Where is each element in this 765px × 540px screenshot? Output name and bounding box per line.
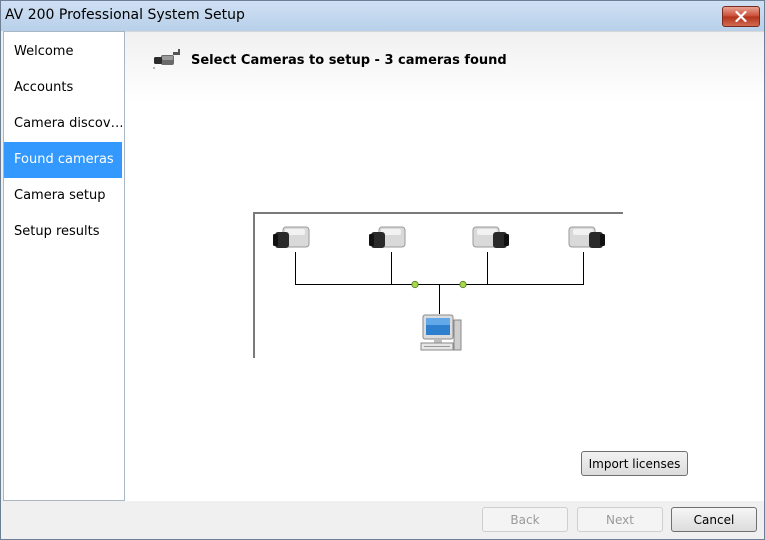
setup-window: AV 200 Professional System Setup Welcome… [0,0,765,540]
camera-1-icon [273,226,310,248]
camera-icon [153,48,183,74]
network-node [411,280,419,289]
window-title: AV 200 Professional System Setup [5,7,245,23]
nav-item-label: Camera discov… [14,116,122,131]
import-licenses-button[interactable]: Import licenses [581,451,688,476]
camera-network-diagram [253,212,623,358]
nav-item-accounts[interactable]: Accounts [4,70,122,106]
page-title: Select Cameras to setup - 3 cameras foun… [191,53,507,68]
nav-item-setup-results[interactable]: Setup results [4,214,122,250]
nav-item-label: Welcome [14,44,74,59]
nav-item-found-cameras[interactable]: Found cameras [4,142,122,178]
nav-item-welcome[interactable]: Welcome [4,34,122,70]
nav-item-camera-setup[interactable]: Camera setup [4,178,122,214]
nav-item-label: Found cameras [14,152,114,167]
camera-3-icon [472,226,509,248]
nav-item-camera-discovery[interactable]: Camera discov… [4,106,122,142]
close-button[interactable] [722,6,760,27]
page-header: Select Cameras to setup - 3 cameras foun… [125,32,764,102]
next-button[interactable]: Next [577,507,663,532]
wizard-steps-sidebar: Welcome Accounts Camera discov… Found ca… [3,31,125,501]
close-icon [735,11,747,22]
computer-icon [420,314,462,351]
nav-item-label: Camera setup [14,188,106,203]
back-button[interactable]: Back [482,507,568,532]
cancel-button[interactable]: Cancel [671,507,757,532]
network-node [459,280,467,289]
nav-item-label: Setup results [14,224,100,239]
footer-bar: Back Next Cancel [1,501,764,539]
camera-4-icon [568,226,605,248]
content-panel: Select Cameras to setup - 3 cameras foun… [125,31,764,502]
nav-item-label: Accounts [14,80,74,95]
camera-2-icon [369,226,406,248]
title-bar: AV 200 Professional System Setup [1,1,764,31]
